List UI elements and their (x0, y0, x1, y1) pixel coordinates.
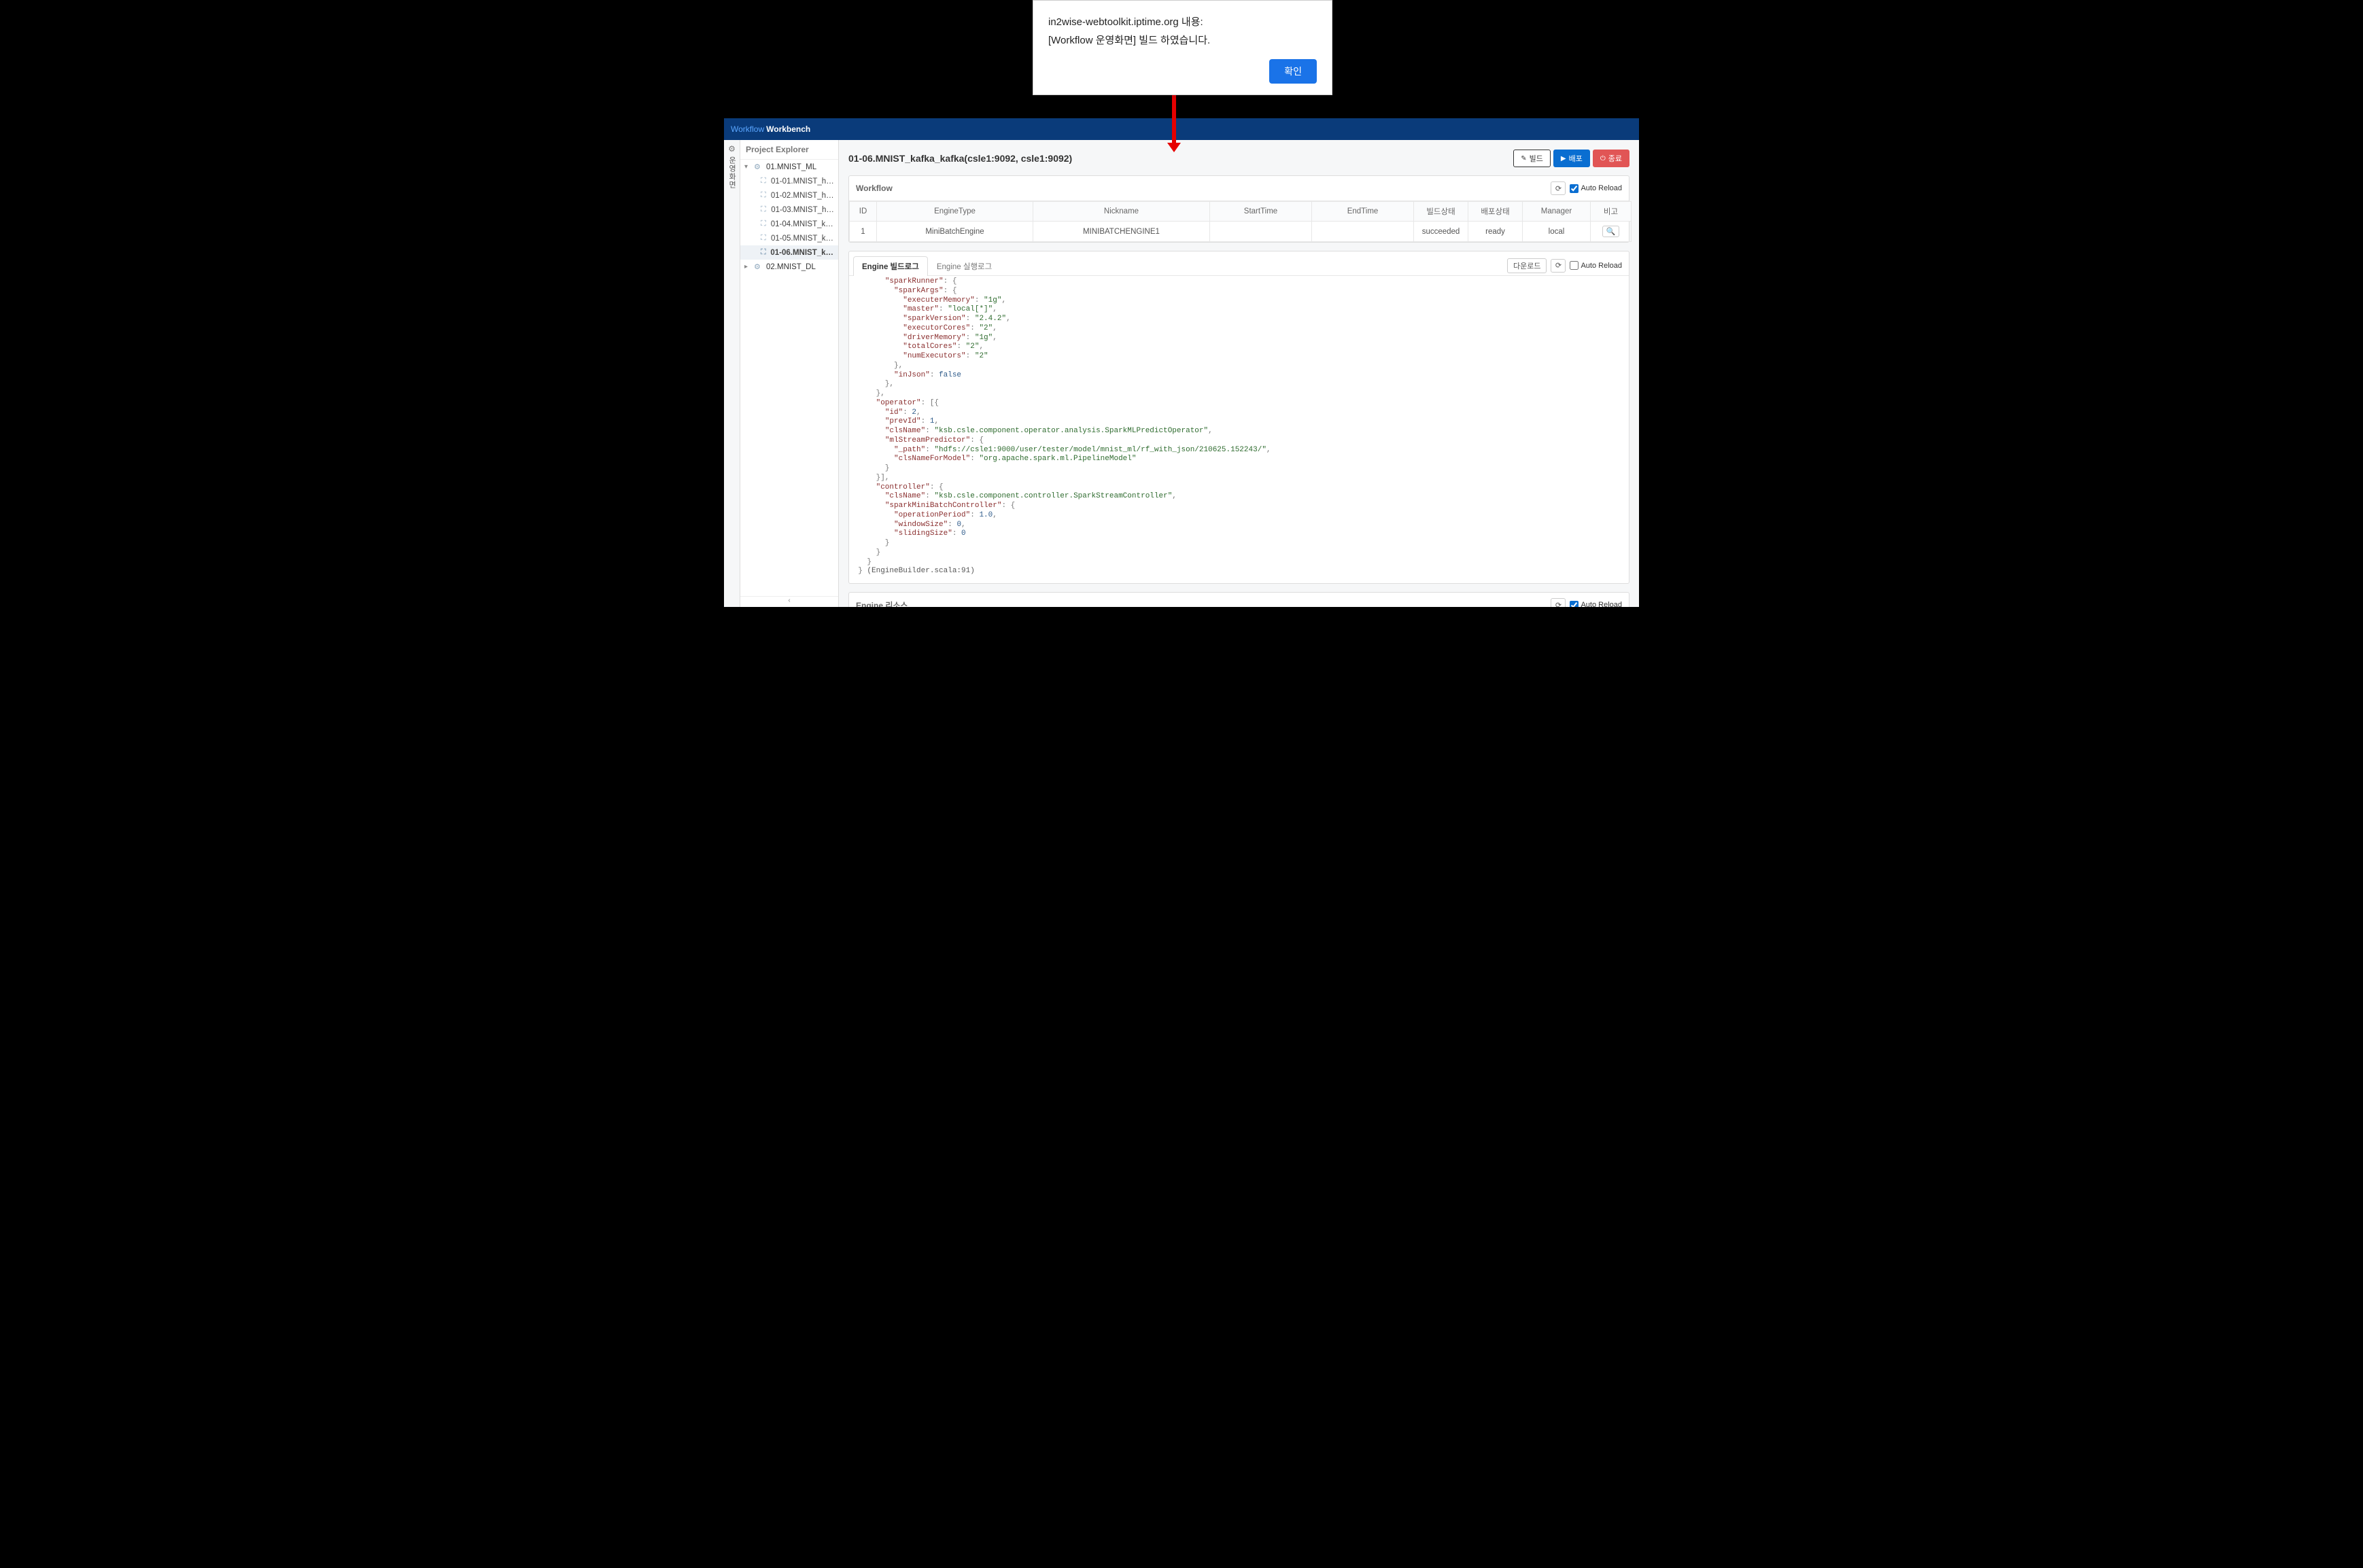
log-tabs: Engine 빌드로그 Engine 실행로그 다운로드 ⟳ Auto Relo… (849, 251, 1629, 276)
log-autoreload-checkbox[interactable] (1570, 261, 1579, 270)
workflow-autoreload-checkbox[interactable] (1570, 184, 1579, 193)
stop-button[interactable]: ⏻종료 (1593, 150, 1629, 167)
workflow-icon: ⛶ (761, 220, 768, 228)
tree-root[interactable]: ▾⚙01.MNIST_ML (740, 160, 838, 174)
annotation-arrow (1172, 87, 1176, 143)
workflow-icon: ⛶ (761, 234, 768, 243)
wf-col-header: 배포상태 (1468, 202, 1523, 222)
build-button[interactable]: ✎빌드 (1513, 150, 1551, 167)
folder-icon: ⚙ (754, 262, 763, 271)
wf-col-header: Nickname (1033, 202, 1210, 222)
header-workflow: Workflow (731, 124, 764, 134)
workflow-icon: ⛶ (761, 191, 768, 200)
tree-child[interactable]: ⛶01-04.MNIST_kafka_f... (740, 217, 838, 231)
wf-col-header: 비고 (1591, 202, 1632, 222)
log-download-button[interactable]: 다운로드 (1507, 258, 1547, 273)
wf-col-header: EngineType (877, 202, 1033, 222)
resource-autoreload-checkbox[interactable] (1570, 601, 1579, 608)
explorer-title: Project Explorer (740, 140, 838, 160)
workflow-icon: ⛶ (761, 248, 767, 257)
resource-panel: Engine 리소스 ⟳ Auto Reload Task IDCPUMemor… (848, 592, 1629, 607)
tree-label: 01-03.MNIST_http_k... (771, 206, 834, 214)
workflow-autoreload[interactable]: Auto Reload (1570, 184, 1622, 193)
workflow-icon: ⛶ (761, 205, 768, 214)
wf-col-header: 빌드상태 (1414, 202, 1468, 222)
app-body: ⚙ 운영화면 Project Explorer ▾⚙01.MNIST_ML⛶01… (724, 140, 1639, 607)
alert-message: [Workflow 운영화면] 빌드 하였습니다. (1048, 33, 1317, 47)
folder-icon: ⚙ (754, 162, 763, 171)
log-reload-button[interactable]: ⟳ (1551, 259, 1566, 273)
table-row[interactable]: 1MiniBatchEngineMINIBATCHENGINE1succeede… (850, 222, 1632, 242)
wf-col-header: StartTime (1210, 202, 1312, 222)
tree-root[interactable]: ▸⚙02.MNIST_DL (740, 260, 838, 274)
tree-label: 01.MNIST_ML (766, 163, 816, 171)
workflow-table: IDEngineTypeNicknameStartTimeEndTime빌드상태… (849, 201, 1632, 242)
top-header: Workflow Workbench (724, 118, 1639, 140)
tree-label: 01-02.MNIST_http_ht... (771, 192, 834, 200)
workflow-icon: ⛶ (761, 177, 768, 186)
alert-ok-button[interactable]: 확인 (1269, 59, 1317, 84)
tree-label: 02.MNIST_DL (766, 263, 816, 271)
log-panel: Engine 빌드로그 Engine 실행로그 다운로드 ⟳ Auto Relo… (848, 251, 1629, 584)
chevron-down-icon: ▾ (744, 163, 753, 171)
project-explorer: Project Explorer ▾⚙01.MNIST_ML⛶01-01.MNI… (740, 140, 839, 607)
left-tab-rail: ⚙ 운영화면 (724, 140, 740, 607)
page-title: 01-06.MNIST_kafka_kafka(csle1:9092, csle… (848, 153, 1511, 164)
power-icon: ⏻ (1600, 155, 1606, 162)
log-body: "sparkRunner": { "sparkArgs": { "execute… (849, 276, 1629, 583)
collapse-explorer-button[interactable]: ‹ (740, 596, 838, 607)
workflow-panel: Workflow ⟳ Auto Reload IDEngineTypeNickn… (848, 175, 1629, 243)
tree-child[interactable]: ⛶01-02.MNIST_http_ht... (740, 188, 838, 203)
log-autoreload[interactable]: Auto Reload (1570, 261, 1622, 270)
tree-label: 01-01.MNIST_http_fil... (771, 177, 834, 186)
tree-label: 01-05.MNIST_kafka_... (771, 234, 834, 243)
tree-child[interactable]: ⛶01-01.MNIST_http_fil... (740, 174, 838, 188)
tree-child[interactable]: ⛶01-05.MNIST_kafka_... (740, 231, 838, 245)
wf-col-header: Manager (1523, 202, 1591, 222)
alert-title: in2wise-webtoolkit.iptime.org 내용: (1048, 14, 1317, 29)
tree-label: 01-04.MNIST_kafka_f... (771, 220, 834, 228)
tab-build-log[interactable]: Engine 빌드로그 (853, 256, 928, 276)
workflow-reload-button[interactable]: ⟳ (1551, 181, 1566, 195)
resource-panel-title: Engine 리소스 (856, 599, 1551, 608)
settings-icon[interactable]: ⚙ (724, 144, 740, 154)
pencil-icon: ✎ (1521, 155, 1526, 162)
tab-run-log[interactable]: Engine 실행로그 (928, 256, 1001, 276)
left-tab-label[interactable]: 운영화면 (727, 156, 738, 189)
header-workbench: Workbench (766, 124, 810, 134)
resource-reload-button[interactable]: ⟳ (1551, 598, 1566, 607)
tree-child[interactable]: ⛶01-03.MNIST_http_k... (740, 203, 838, 217)
project-tree: ▾⚙01.MNIST_ML⛶01-01.MNIST_http_fil...⛶01… (740, 160, 838, 596)
deploy-button[interactable]: ▶배포 (1553, 150, 1590, 167)
play-icon: ▶ (1561, 155, 1566, 162)
alert-dialog: in2wise-webtoolkit.iptime.org 내용: [Workf… (1033, 0, 1332, 95)
tree-label: 01-06.MNIST_kafka_k... (770, 249, 834, 257)
tree-child[interactable]: ⛶01-06.MNIST_kafka_k... (740, 245, 838, 260)
workflow-panel-title: Workflow (856, 184, 1551, 193)
main-content: 01-06.MNIST_kafka_kafka(csle1:9092, csle… (839, 140, 1639, 607)
chevron-right-icon: ▸ (744, 263, 753, 271)
wf-col-header: EndTime (1312, 202, 1414, 222)
detail-button[interactable]: 🔍 (1602, 226, 1620, 237)
wf-col-header: ID (850, 202, 877, 222)
resource-autoreload[interactable]: Auto Reload (1570, 601, 1622, 608)
